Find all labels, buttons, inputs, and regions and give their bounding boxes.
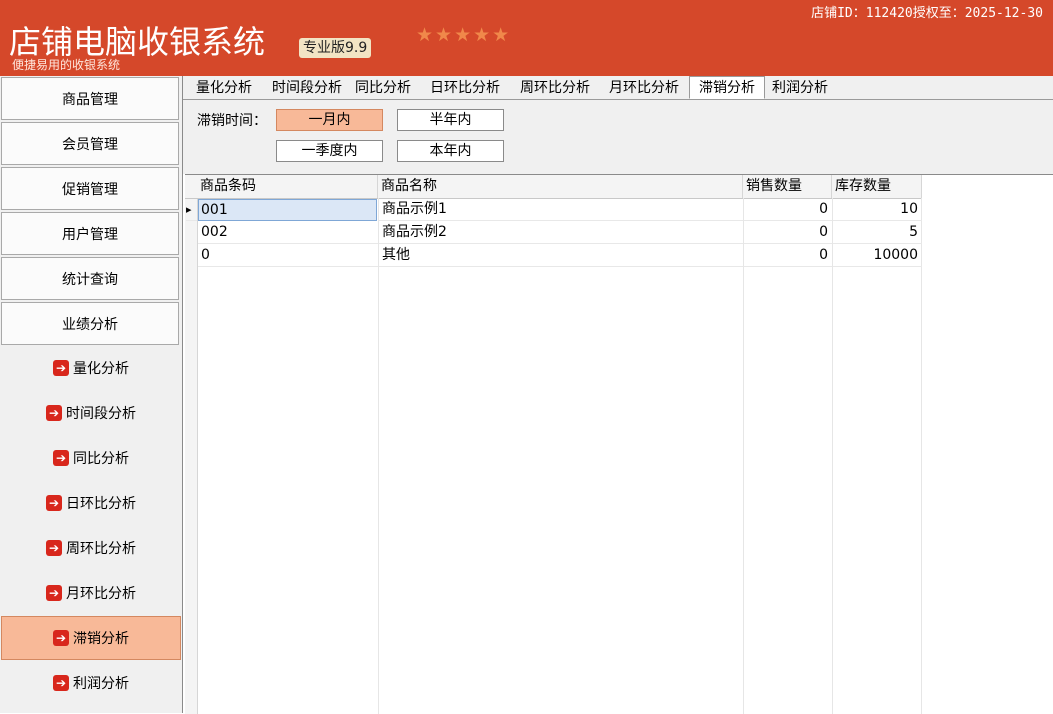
filter-panel: 滞销时间： 一月内 半年内 一季度内 本年内	[183, 100, 1053, 174]
tab-time-period[interactable]: 时间段分析	[263, 78, 351, 98]
tab-month-over-month[interactable]: 月环比分析	[605, 78, 683, 98]
table-cell-code[interactable]: 001	[198, 199, 377, 221]
current-row-indicator-icon: ▸	[186, 198, 197, 221]
arrow-right-icon: ➔	[53, 630, 69, 646]
table-cell-sold[interactable]: 0	[744, 198, 832, 221]
tab-quantitative[interactable]: 量化分析	[187, 78, 261, 98]
sidebar-item-user-management[interactable]: 用户管理	[1, 212, 179, 255]
filter-label: 滞销时间：	[197, 113, 267, 129]
sidebar-item-label: 统计查询	[62, 271, 118, 288]
slow-moving-table: 商品条码 商品名称 销售数量 库存数量 ▸ 001 商品示例1 0 10 002…	[185, 174, 1053, 714]
rating-stars-icon: ★★★★★	[416, 24, 512, 46]
table-cell-stock[interactable]: 10000	[833, 244, 922, 267]
sidebar-subitem-year-over-year[interactable]: ➔ 同比分析	[1, 436, 181, 480]
table-cell-stock[interactable]: 5	[833, 221, 922, 244]
arrow-right-icon: ➔	[46, 585, 62, 601]
sidebar-item-label: 业绩分析	[62, 316, 118, 333]
arrow-right-icon: ➔	[46, 495, 62, 511]
sidebar-subitem-day-over-day[interactable]: ➔ 日环比分析	[1, 481, 181, 525]
sidebar-subitem-profit[interactable]: ➔ 利润分析	[1, 661, 181, 705]
sidebar-item-label: 促销管理	[62, 181, 118, 198]
sidebar-item-label: 会员管理	[62, 136, 118, 153]
sidebar-item-label: 用户管理	[62, 226, 118, 243]
sidebar-subitem-label: 利润分析	[73, 676, 129, 692]
sidebar-subitem-week-over-week[interactable]: ➔ 周环比分析	[1, 526, 181, 570]
row-header-column	[185, 175, 198, 714]
sidebar-item-promotion-management[interactable]: 促销管理	[1, 167, 179, 210]
sidebar-item-product-management[interactable]: 商品管理	[1, 77, 179, 120]
edition-badge: 专业版9.9	[299, 38, 372, 58]
column-header-sold[interactable]: 销售数量	[743, 175, 832, 198]
column-divider	[378, 198, 379, 714]
sidebar-subitem-label: 滞销分析	[73, 631, 129, 647]
app-subtitle: 便捷易用的收银系统	[12, 58, 121, 72]
sidebar: 商品管理 会员管理 促销管理 用户管理 统计查询 业绩分析 ➔ 量化分析 ➔ 时间段…	[0, 76, 183, 713]
table-cell-stock[interactable]: 10	[833, 198, 922, 221]
column-divider	[832, 198, 833, 714]
license-info: 店铺ID：112420授权至：2025-12-30	[811, 6, 1043, 21]
sidebar-subitem-label: 同比分析	[73, 451, 129, 467]
column-header-code[interactable]: 商品条码	[197, 175, 378, 198]
this-year-button[interactable]: 本年内	[397, 140, 504, 162]
sidebar-subitem-quantitative[interactable]: ➔ 量化分析	[1, 346, 181, 390]
tab-slow-moving[interactable]: 滞销分析	[689, 76, 765, 99]
column-divider	[921, 198, 922, 714]
sidebar-subitem-label: 周环比分析	[66, 541, 136, 557]
arrow-right-icon: ➔	[53, 450, 69, 466]
table-cell-sold[interactable]: 0	[744, 244, 832, 267]
table-cell-name[interactable]: 商品示例1	[379, 198, 743, 221]
arrow-right-icon: ➔	[46, 405, 62, 421]
analysis-tabs: 量化分析 时间段分析 同比分析 日环比分析 周环比分析 月环比分析 滞销分析 利…	[183, 76, 1053, 100]
table-cell-sold[interactable]: 0	[744, 221, 832, 244]
tab-profit[interactable]: 利润分析	[768, 78, 832, 98]
table-cell-code[interactable]: 0	[198, 244, 378, 267]
tab-week-over-week[interactable]: 周环比分析	[516, 78, 594, 98]
column-header-stock[interactable]: 库存数量	[832, 175, 922, 198]
sidebar-item-label: 商品管理	[62, 91, 118, 108]
sidebar-subitem-time-period[interactable]: ➔ 时间段分析	[1, 391, 181, 435]
one-month-button[interactable]: 一月内	[276, 109, 383, 131]
sidebar-item-statistics-query[interactable]: 统计查询	[1, 257, 179, 300]
tab-day-over-day[interactable]: 日环比分析	[426, 78, 504, 98]
sidebar-item-member-management[interactable]: 会员管理	[1, 122, 179, 165]
sidebar-subitem-label: 月环比分析	[66, 586, 136, 602]
half-year-button[interactable]: 半年内	[397, 109, 504, 131]
column-divider	[743, 198, 744, 714]
table-cell-code[interactable]: 002	[198, 221, 378, 244]
table-cell-name[interactable]: 其他	[379, 244, 743, 267]
sidebar-subitem-label: 日环比分析	[66, 496, 136, 512]
arrow-right-icon: ➔	[53, 675, 69, 691]
title-bar: 店铺电脑收银系统 专业版9.9 便捷易用的收银系统 ★★★★★ 店铺ID：112…	[0, 0, 1053, 76]
app-title: 店铺电脑收银系统	[9, 23, 266, 61]
column-header-name[interactable]: 商品名称	[378, 175, 743, 198]
arrow-right-icon: ➔	[46, 540, 62, 556]
sidebar-subitem-label: 时间段分析	[66, 406, 136, 422]
sidebar-subitem-month-over-month[interactable]: ➔ 月环比分析	[1, 571, 181, 615]
sidebar-item-performance-analysis[interactable]: 业绩分析	[1, 302, 179, 345]
arrow-right-icon: ➔	[53, 360, 69, 376]
sidebar-subitem-label: 量化分析	[73, 361, 129, 377]
tab-year-over-year[interactable]: 同比分析	[353, 78, 413, 98]
table-cell-name[interactable]: 商品示例2	[379, 221, 743, 244]
one-quarter-button[interactable]: 一季度内	[276, 140, 383, 162]
sidebar-subitem-slow-moving[interactable]: ➔ 滞销分析	[1, 616, 181, 660]
